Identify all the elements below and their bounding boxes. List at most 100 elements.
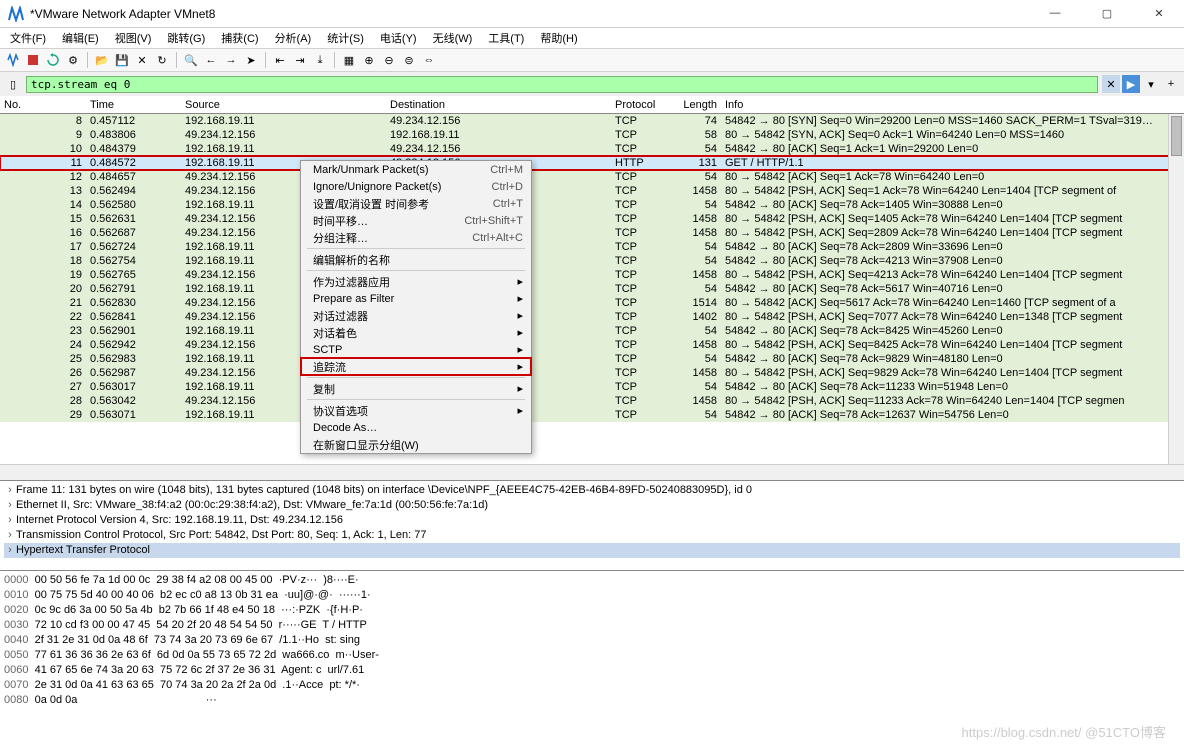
go-first-icon[interactable]: ⇤	[271, 51, 289, 69]
auto-scroll-icon[interactable]: ⤓	[311, 51, 329, 69]
filter-history-icon[interactable]: ▾	[1142, 75, 1160, 93]
find-icon[interactable]: 🔍	[182, 51, 200, 69]
packet-row[interactable]: 280.56304249.234.12.156192.168.19.11TCP1…	[0, 394, 1184, 408]
context-menu-item[interactable]: 对话着色▸	[301, 324, 531, 341]
context-menu-item[interactable]: Prepare as Filter▸	[301, 290, 531, 307]
context-menu-item[interactable]: 协议首选项▸	[301, 402, 531, 419]
menu-item[interactable]: 视图(V)	[109, 30, 158, 46]
packet-row[interactable]: 100.484379192.168.19.1149.234.12.156TCP5…	[0, 142, 1184, 156]
context-menu-item[interactable]: 在新窗口显示分组(W)	[301, 436, 531, 453]
stop-capture-icon[interactable]	[24, 51, 42, 69]
display-filter-input[interactable]	[26, 76, 1098, 93]
restart-capture-icon[interactable]	[44, 51, 62, 69]
go-forward-icon[interactable]: →	[222, 51, 240, 69]
packet-row[interactable]: 290.563071192.168.19.1149.234.12.156TCP5…	[0, 408, 1184, 422]
packet-row[interactable]: 230.562901192.168.19.1149.234.12.156TCP5…	[0, 324, 1184, 338]
menu-item[interactable]: 编辑(E)	[56, 30, 105, 46]
packet-row[interactable]: 200.562791192.168.19.1149.234.12.156TCP5…	[0, 282, 1184, 296]
go-last-icon[interactable]: ⇥	[291, 51, 309, 69]
hex-line[interactable]: 0080 0a 0d 0a ···	[4, 693, 1180, 708]
minimize-button[interactable]: —	[1038, 7, 1072, 20]
filter-clear-icon[interactable]: ✕	[1102, 75, 1120, 93]
packet-row[interactable]: 90.48380649.234.12.156192.168.19.11TCP58…	[0, 128, 1184, 142]
column-info[interactable]: Info	[725, 99, 1184, 111]
context-menu-item[interactable]: SCTP▸	[301, 341, 531, 358]
packet-row[interactable]: 180.562754192.168.19.1149.234.12.156TCP5…	[0, 254, 1184, 268]
close-file-icon[interactable]: ✕	[133, 51, 151, 69]
column-protocol[interactable]: Protocol	[615, 99, 665, 111]
context-menu-item[interactable]: 对话过滤器▸	[301, 307, 531, 324]
go-to-icon[interactable]: ➤	[242, 51, 260, 69]
packet-row[interactable]: 110.484572192.168.19.1149.234.12.156HTTP…	[0, 156, 1184, 170]
packet-row[interactable]: 130.56249449.234.12.156192.168.19.11TCP1…	[0, 184, 1184, 198]
colorize-icon[interactable]: ▦	[340, 51, 358, 69]
context-menu-item[interactable]: 复制▸	[301, 380, 531, 397]
go-back-icon[interactable]: ←	[202, 51, 220, 69]
vertical-scrollbar[interactable]	[1168, 114, 1184, 464]
packet-row[interactable]: 160.56268749.234.12.156192.168.19.11TCP1…	[0, 226, 1184, 240]
hex-line[interactable]: 0070 2e 31 0d 0a 41 63 63 65 70 74 3a 20…	[4, 678, 1180, 693]
packet-row[interactable]: 80.457112192.168.19.1149.234.12.156TCP74…	[0, 114, 1184, 128]
zoom-reset-icon[interactable]: ⊜	[400, 51, 418, 69]
menu-item[interactable]: 文件(F)	[4, 30, 52, 46]
menu-item[interactable]: 工具(T)	[482, 30, 530, 46]
packet-row[interactable]: 150.56263149.234.12.156192.168.19.11TCP1…	[0, 212, 1184, 226]
start-capture-icon[interactable]	[4, 51, 22, 69]
menu-item[interactable]: 跳转(G)	[161, 30, 211, 46]
packet-detail-pane[interactable]: ›Frame 11: 131 bytes on wire (1048 bits)…	[0, 480, 1184, 570]
context-menu-item[interactable]: Ignore/Unignore Packet(s)Ctrl+D	[301, 178, 531, 195]
packet-row[interactable]: 170.562724192.168.19.1149.234.12.156TCP5…	[0, 240, 1184, 254]
zoom-out-icon[interactable]: ⊖	[380, 51, 398, 69]
column-length[interactable]: Length	[665, 99, 725, 111]
resize-columns-icon[interactable]: ⇔	[420, 51, 438, 69]
packet-row[interactable]: 190.56276549.234.12.156192.168.19.11TCP1…	[0, 268, 1184, 282]
context-menu-item[interactable]: 作为过滤器应用▸	[301, 273, 531, 290]
packet-row[interactable]: 250.562983192.168.19.1149.234.12.156TCP5…	[0, 352, 1184, 366]
context-menu-item[interactable]: 设置/取消设置 时间参考Ctrl+T	[301, 195, 531, 212]
open-file-icon[interactable]: 📂	[93, 51, 111, 69]
filter-bookmark-icon[interactable]: ▯	[4, 75, 22, 93]
hex-line[interactable]: 0000 00 50 56 fe 7a 1d 00 0c 29 38 f4 a2…	[4, 573, 1180, 588]
menu-item[interactable]: 捕获(C)	[215, 30, 264, 46]
packet-hex-pane[interactable]: 0000 00 50 56 fe 7a 1d 00 0c 29 38 f4 a2…	[0, 570, 1184, 720]
menu-item[interactable]: 统计(S)	[321, 30, 370, 46]
menu-item[interactable]: 无线(W)	[427, 30, 479, 46]
filter-add-icon[interactable]: +	[1162, 75, 1180, 93]
hex-line[interactable]: 0030 72 10 cd f3 00 00 47 45 54 20 2f 20…	[4, 618, 1180, 633]
hex-line[interactable]: 0010 00 75 75 5d 40 00 40 06 b2 ec c0 a8…	[4, 588, 1180, 603]
horizontal-scrollbar[interactable]	[0, 464, 1184, 480]
context-menu-item[interactable]: Decode As…	[301, 419, 531, 436]
column-no[interactable]: No.	[0, 99, 90, 111]
save-file-icon[interactable]: 💾	[113, 51, 131, 69]
packet-row[interactable]: 210.56283049.234.12.156192.168.19.11TCP1…	[0, 296, 1184, 310]
packet-row[interactable]: 260.56298749.234.12.156192.168.19.11TCP1…	[0, 366, 1184, 380]
packet-list[interactable]: 80.457112192.168.19.1149.234.12.156TCP74…	[0, 114, 1184, 464]
packet-row[interactable]: 240.56294249.234.12.156192.168.19.11TCP1…	[0, 338, 1184, 352]
menu-item[interactable]: 电话(Y)	[374, 30, 423, 46]
context-menu-item[interactable]: 编辑解析的名称	[301, 251, 531, 268]
packet-row[interactable]: 220.56284149.234.12.156192.168.19.11TCP1…	[0, 310, 1184, 324]
reload-icon[interactable]: ↻	[153, 51, 171, 69]
options-icon[interactable]: ⚙	[64, 51, 82, 69]
context-menu-item[interactable]: 时间平移…Ctrl+Shift+T	[301, 212, 531, 229]
packet-row[interactable]: 270.563017192.168.19.1149.234.12.156TCP5…	[0, 380, 1184, 394]
context-menu-item[interactable]: Mark/Unmark Packet(s)Ctrl+M	[301, 161, 531, 178]
packet-row[interactable]: 120.48465749.234.12.156192.168.19.11TCP5…	[0, 170, 1184, 184]
detail-line[interactable]: ›Frame 11: 131 bytes on wire (1048 bits)…	[4, 483, 1180, 498]
detail-line[interactable]: ›Hypertext Transfer Protocol	[4, 543, 1180, 558]
detail-line[interactable]: ›Transmission Control Protocol, Src Port…	[4, 528, 1180, 543]
menu-item[interactable]: 帮助(H)	[534, 30, 583, 46]
hex-line[interactable]: 0040 2f 31 2e 31 0d 0a 48 6f 73 74 3a 20…	[4, 633, 1180, 648]
filter-apply-icon[interactable]: ▶	[1122, 75, 1140, 93]
column-time[interactable]: Time	[90, 99, 185, 111]
context-menu-item[interactable]: 分组注释…Ctrl+Alt+C	[301, 229, 531, 246]
packet-row[interactable]: 140.562580192.168.19.1149.234.12.156TCP5…	[0, 198, 1184, 212]
hex-line[interactable]: 0020 0c 9c d6 3a 00 50 5a 4b b2 7b 66 1f…	[4, 603, 1180, 618]
column-source[interactable]: Source	[185, 99, 390, 111]
hex-line[interactable]: 0060 41 67 65 6e 74 3a 20 63 75 72 6c 2f…	[4, 663, 1180, 678]
close-button[interactable]: ✕	[1142, 7, 1176, 20]
hex-line[interactable]: 0050 77 61 36 36 36 2e 63 6f 6d 0d 0a 55…	[4, 648, 1180, 663]
zoom-in-icon[interactable]: ⊕	[360, 51, 378, 69]
column-destination[interactable]: Destination	[390, 99, 615, 111]
context-menu-item[interactable]: 追踪流▸	[301, 358, 531, 375]
